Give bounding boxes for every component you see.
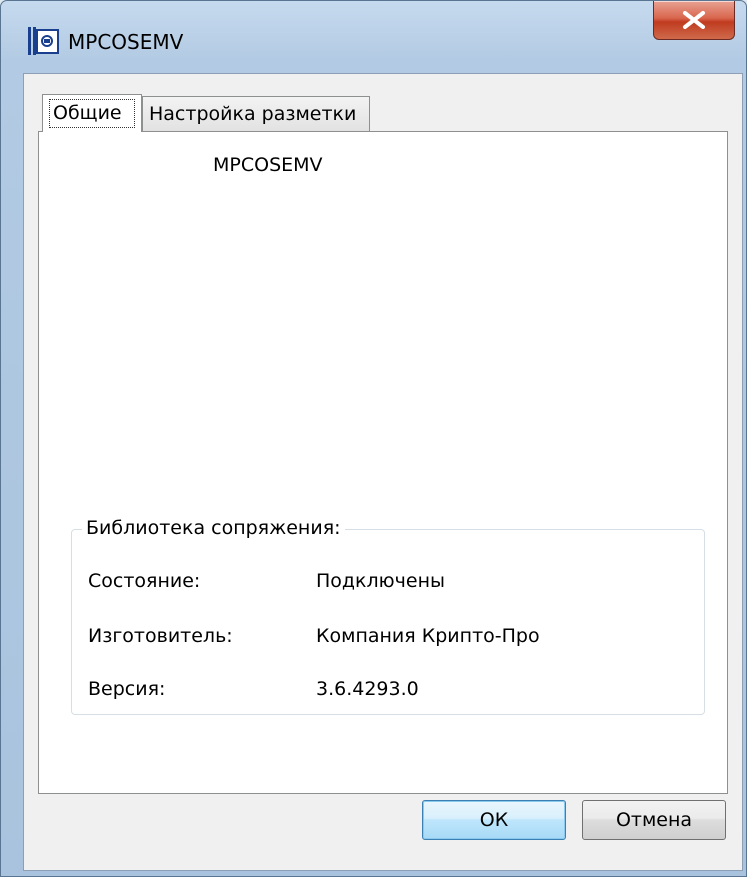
- version-value: 3.6.4293.0: [316, 678, 419, 700]
- status-label: Состояние:: [88, 570, 201, 592]
- ok-button[interactable]: ОК: [422, 800, 566, 840]
- device-name: MPCOSEMV: [213, 154, 323, 176]
- tab-markup-settings[interactable]: Настройка разметки: [142, 96, 370, 131]
- close-button[interactable]: [653, 1, 735, 40]
- tab-panel-general: MPCOSEMV Библиотека сопряжения: Состояни…: [38, 131, 728, 794]
- manufacturer-value: Компания Крипто-Про: [316, 625, 540, 647]
- window-title: MPCOSEMV: [68, 30, 184, 54]
- close-icon: [683, 11, 705, 29]
- cancel-button[interactable]: Отмена: [582, 800, 726, 840]
- tab-general[interactable]: Общие: [42, 94, 142, 132]
- tab-general-label: Общие: [49, 99, 135, 128]
- manufacturer-label: Изготовитель:: [88, 625, 233, 647]
- dialog-window: MPCOSEMV Общие Настройка разметки MPCOSE…: [0, 0, 747, 877]
- status-value: Подключены: [316, 570, 446, 592]
- smart-card-reader-icon: [27, 25, 59, 57]
- dialog-client-area: Общие Настройка разметки MPCOSEMV Библио…: [23, 73, 743, 871]
- library-groupbox: Библиотека сопряжения: Состояние: Подклю…: [71, 517, 705, 715]
- title-bar[interactable]: MPCOSEMV: [1, 1, 746, 71]
- version-label: Версия:: [88, 678, 166, 700]
- library-groupbox-title: Библиотека сопряжения:: [82, 517, 345, 539]
